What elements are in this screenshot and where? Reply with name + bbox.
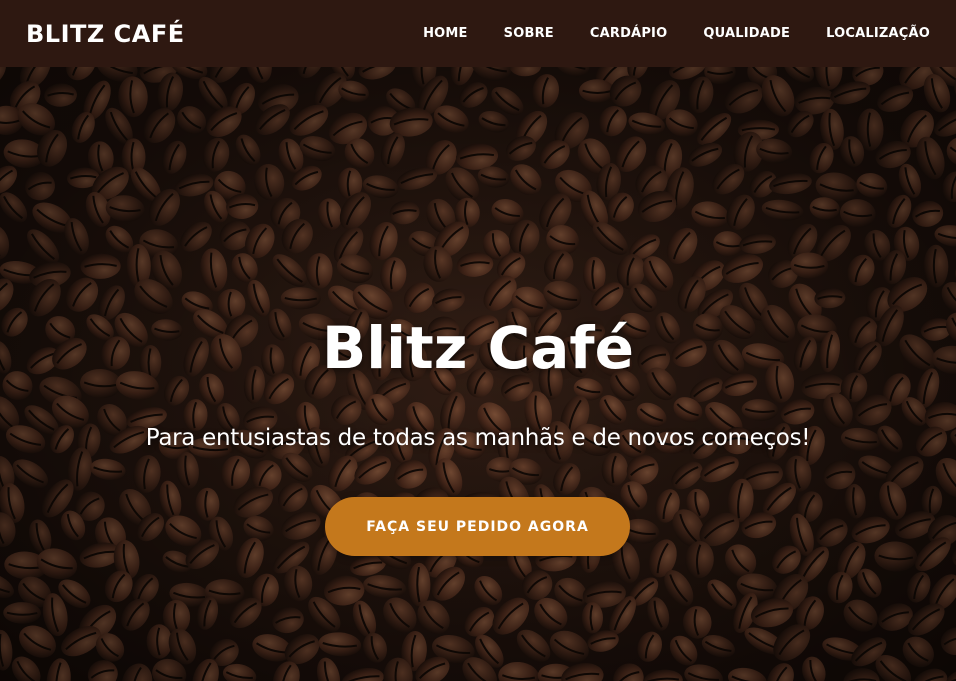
nav-link-sobre[interactable]: SOBRE [504,26,554,41]
navbar: BLITZ CAFÉ HOME SOBRE CARDÁPIO QUALIDADE… [0,0,956,67]
brand-logo[interactable]: BLITZ CAFÉ [26,20,185,48]
hero-content: Blitz Café Para entusiastas de todas as … [0,67,956,681]
main-nav: HOME SOBRE CARDÁPIO QUALIDADE LOCALIZAÇÃ… [387,26,930,41]
hero-subtitle: Para entusiastas de todas as manhãs e de… [145,425,811,451]
hero-title: Blitz Café [322,314,634,382]
order-now-button[interactable]: FAÇA SEU PEDIDO AGORA [325,497,630,556]
nav-link-cardapio[interactable]: CARDÁPIO [590,26,667,41]
page: BLITZ CAFÉ HOME SOBRE CARDÁPIO QUALIDADE… [0,0,956,681]
nav-link-qualidade[interactable]: QUALIDADE [703,26,790,41]
nav-link-home[interactable]: HOME [423,26,468,41]
nav-link-localizacao[interactable]: LOCALIZAÇÃO [826,26,930,41]
hero-section: Blitz Café Para entusiastas de todas as … [0,67,956,681]
